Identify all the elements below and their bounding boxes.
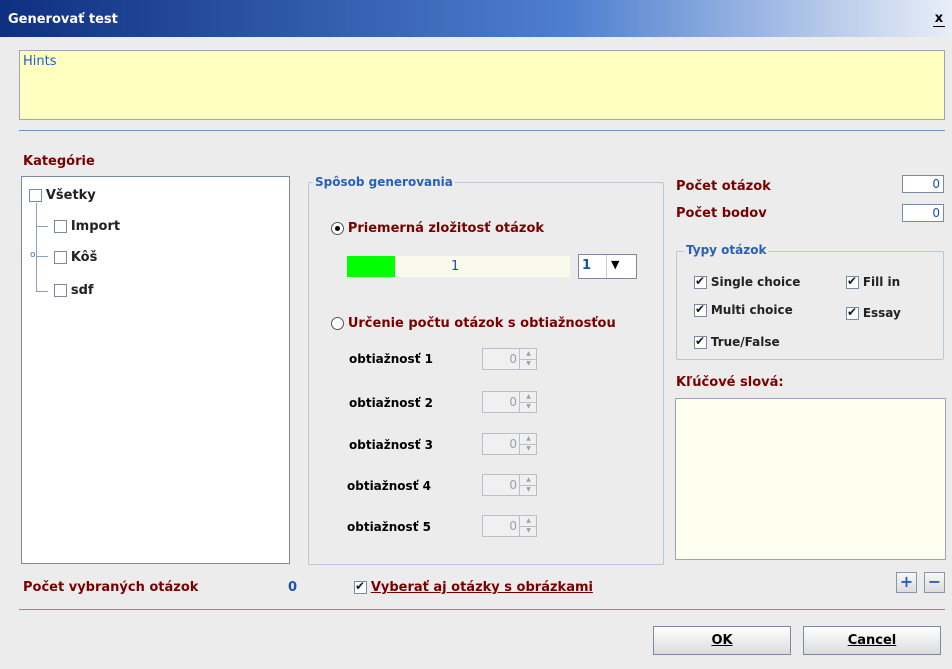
difficulty-label: obtiažnosť 2 — [349, 396, 433, 410]
tree-item-import[interactable]: Import — [54, 219, 120, 234]
spinner-value: 0 — [509, 519, 517, 533]
difficulty-2-spinner[interactable]: 0 ▲ ▼ — [482, 391, 537, 413]
minus-icon[interactable]: − — [924, 572, 945, 593]
combo-value: 1 — [582, 258, 592, 273]
tree-item-label: sdf — [70, 283, 94, 298]
tree-item-trash[interactable]: Kôš — [54, 250, 97, 265]
difficulty-label: obtiažnosť 5 — [347, 520, 431, 534]
tree-connector — [36, 226, 48, 227]
complexity-slider-value: 1 — [451, 259, 460, 274]
generation-group-title: Spôsob generovania — [313, 175, 455, 189]
difficulty-3-spinner[interactable]: 0 ▲ ▼ — [482, 433, 537, 455]
radio-count-by-difficulty[interactable]: Určenie počtu otázok s obtiažnosťou — [331, 316, 616, 331]
type-multi-choice[interactable]: Multi choice — [694, 302, 793, 317]
selected-count-value: 0 — [288, 580, 298, 595]
spin-down-icon[interactable]: ▼ — [520, 359, 537, 369]
bottom-separator — [19, 609, 945, 610]
window-title: Generovať test — [8, 12, 118, 27]
checkbox[interactable] — [54, 251, 67, 264]
spinner-buttons: ▲ ▼ — [519, 516, 537, 536]
cancel-button-label: Cancel — [847, 633, 897, 648]
category-tree[interactable] — [21, 176, 290, 564]
type-single-choice[interactable]: Single choice — [694, 274, 801, 289]
keywords-area[interactable] — [675, 398, 946, 560]
spinner-value: 0 — [509, 478, 517, 492]
combo-divider — [606, 255, 607, 278]
checkbox[interactable] — [694, 274, 707, 289]
radio-icon[interactable] — [331, 222, 344, 235]
tree-item-label: Import — [70, 219, 121, 234]
checkbox[interactable] — [846, 305, 859, 320]
tree-item-sdf[interactable]: sdf — [54, 283, 94, 298]
spin-down-icon[interactable]: ▼ — [520, 402, 537, 412]
difficulty-label: obtiažnosť 1 — [349, 352, 433, 366]
checkbox[interactable] — [29, 189, 42, 202]
checkbox-label: Vyberať aj otázky s obrázkami — [370, 580, 593, 595]
tree-connector — [36, 291, 48, 292]
checkbox[interactable] — [846, 274, 859, 289]
difficulty-label: obtiažnosť 3 — [349, 438, 433, 452]
type-essay[interactable]: Essay — [846, 305, 901, 320]
ok-button-label: OK — [711, 633, 733, 648]
checkbox[interactable] — [54, 284, 67, 297]
top-separator — [19, 130, 945, 131]
question-types-title: Typy otázok — [684, 243, 769, 257]
complexity-slider-fill — [347, 256, 395, 277]
include-images-checkbox[interactable]: Vyberať aj otázky s obrázkami — [354, 579, 593, 595]
cancel-button[interactable]: Cancel — [803, 626, 941, 655]
type-true-false[interactable]: True/False — [694, 334, 780, 349]
question-count-field[interactable]: 0 — [902, 175, 944, 193]
checkbox[interactable] — [694, 302, 707, 317]
spinner-value: 0 — [509, 395, 517, 409]
ok-button[interactable]: OK — [653, 626, 791, 655]
radio-label: Priemerná zložitosť otázok — [347, 221, 545, 236]
spinner-buttons: ▲ ▼ — [519, 434, 537, 454]
tree-item-label: Kôš — [70, 250, 98, 265]
tree-connector — [36, 203, 37, 291]
selected-count-label: Počet vybraných otázok — [23, 580, 199, 595]
difficulty-1-spinner[interactable]: 0 ▲ ▼ — [482, 348, 537, 370]
checkbox-label: True/False — [710, 335, 780, 349]
difficulty-label: obtiažnosť 4 — [347, 479, 431, 493]
spinner-value: 0 — [509, 437, 517, 451]
radio-icon[interactable] — [331, 317, 344, 330]
checkbox-label: Multi choice — [710, 303, 793, 317]
tree-item-label: Všetky — [45, 188, 96, 203]
spin-down-icon[interactable]: ▼ — [520, 485, 537, 495]
difficulty-4-spinner[interactable]: 0 ▲ ▼ — [482, 474, 537, 496]
point-count-label: Počet bodov — [676, 206, 767, 221]
spinner-value: 0 — [509, 352, 517, 366]
spin-down-icon[interactable]: ▼ — [520, 444, 537, 454]
spinner-buttons: ▲ ▼ — [519, 475, 537, 495]
checkbox-label: Fill in — [862, 275, 901, 289]
point-count-field[interactable]: 0 — [902, 204, 944, 222]
hints-panel: Hints — [19, 50, 945, 120]
spinner-buttons: ▲ ▼ — [519, 349, 537, 369]
radio-average-complexity[interactable]: Priemerná zložitosť otázok — [331, 221, 544, 236]
spin-down-icon[interactable]: ▼ — [520, 526, 537, 536]
radio-label: Určenie počtu otázok s obtiažnosťou — [347, 316, 616, 331]
checkbox-label: Single choice — [710, 275, 801, 289]
checkbox[interactable] — [54, 220, 67, 233]
tree-expand-icon[interactable]: o — [30, 251, 39, 260]
checkbox-label: Essay — [862, 306, 901, 320]
plus-icon[interactable]: + — [896, 572, 917, 593]
categories-label: Kategórie — [23, 154, 95, 169]
checkbox[interactable] — [694, 334, 707, 349]
generation-group — [308, 182, 664, 565]
title-bar — [0, 0, 952, 37]
keywords-label: Kľúčové slová: — [676, 375, 784, 390]
chevron-down-icon[interactable]: ▼ — [611, 258, 619, 271]
difficulty-5-spinner[interactable]: 0 ▲ ▼ — [482, 515, 537, 537]
close-icon[interactable]: x — [932, 12, 946, 27]
checkbox[interactable] — [354, 579, 367, 594]
tree-item-all[interactable]: Všetky — [29, 188, 96, 203]
spinner-buttons: ▲ ▼ — [519, 392, 537, 412]
type-fill-in[interactable]: Fill in — [846, 274, 901, 289]
question-count-label: Počet otázok — [676, 179, 771, 194]
